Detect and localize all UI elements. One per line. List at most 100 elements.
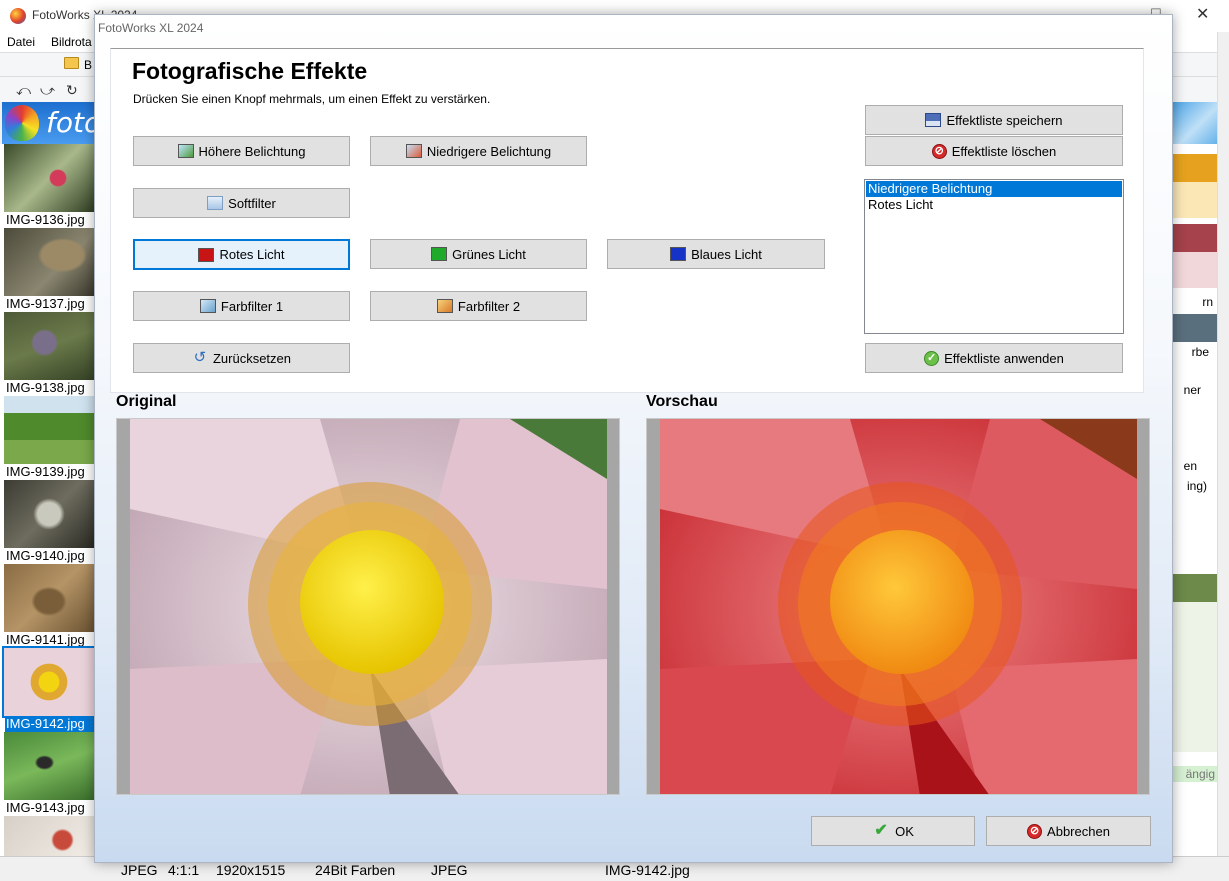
stop-icon: ⊘ (931, 143, 947, 159)
thumbnail-image (4, 732, 94, 800)
ok-button[interactable]: ✔ OK (811, 816, 975, 846)
lower-exposure-button[interactable]: Niedrigere Belichtung (370, 136, 587, 166)
balloon-logo-icon (5, 105, 39, 141)
colorfilter2-button[interactable]: Farbfilter 2 (370, 291, 587, 321)
effect-list-item[interactable]: Rotes Licht (866, 197, 1122, 213)
colorfilter1-icon (199, 299, 216, 313)
panel-row (1172, 270, 1217, 288)
thumbnail-label: IMG-9140.jpg (6, 548, 85, 563)
status-type: JPEG (431, 862, 468, 878)
ok-label: OK (895, 823, 914, 839)
effects-panel: Fotografische Effekte Drücken Sie einen … (110, 48, 1144, 393)
check-circle-icon: ✓ (924, 350, 940, 366)
panel-body-green (1172, 602, 1217, 752)
thumbnail-selected[interactable]: IMG-9142.jpg (2, 646, 96, 732)
thumbnail[interactable]: IMG-9137.jpg (4, 228, 94, 312)
thumbnail[interactable]: IMG-9141.jpg (4, 564, 94, 648)
cancel-button[interactable]: ⊘ Abbrechen (986, 816, 1151, 846)
close-icon[interactable]: ✕ (1196, 4, 1209, 24)
original-label: Original (116, 393, 177, 410)
panel-text: ner (1183, 383, 1201, 397)
folder-label[interactable]: B (84, 58, 92, 72)
panel-text: ing) (1186, 479, 1207, 493)
panel-header-slate (1172, 314, 1217, 342)
thumbnail-label: IMG-9141.jpg (6, 632, 85, 647)
panel-text: rn (1202, 295, 1213, 309)
panel-header-red (1172, 224, 1217, 252)
effects-hint: Drücken Sie einen Knopf mehrmals, um ein… (133, 92, 491, 106)
reset-label: Zurücksetzen (212, 350, 292, 366)
effects-heading: Fotografische Effekte (132, 58, 368, 84)
thumbnail-label: IMG-9143.jpg (6, 800, 85, 815)
blue-light-button[interactable]: Blaues Licht (607, 239, 825, 269)
menu-datei[interactable]: Datei (7, 35, 35, 49)
thumbnail-image (4, 144, 94, 212)
softfilter-button[interactable]: Softfilter (133, 188, 350, 218)
darker-icon (405, 144, 422, 158)
preview-photo (660, 419, 1137, 794)
menu-bildrotation[interactable]: Bildrota (51, 35, 92, 49)
thumbnail[interactable]: IMG-9143.jpg (4, 732, 94, 816)
thumbnail[interactable] (4, 816, 94, 856)
rotate-right-icon[interactable]: ⤻ (40, 82, 55, 99)
red-light-icon (198, 247, 215, 262)
apply-effect-list-button[interactable]: ✓ Effektliste anwenden (865, 343, 1123, 373)
rotate-left-icon[interactable]: ⤺ (16, 82, 31, 99)
thumbnail-image (4, 480, 94, 548)
thumbnail[interactable]: IMG-9139.jpg (4, 396, 94, 480)
panel-text: ängig (1172, 766, 1217, 782)
colorfilter2-icon (436, 299, 453, 313)
thumbnail-image (4, 396, 94, 464)
colorfilter1-button[interactable]: Farbfilter 1 (133, 291, 350, 321)
refresh-icon[interactable]: ↻ (66, 82, 78, 99)
delete-effect-list-label: Effektliste löschen (951, 143, 1057, 159)
green-light-icon (431, 247, 448, 261)
thumbnail[interactable]: IMG-9138.jpg (4, 312, 94, 396)
higher-exposure-button[interactable]: Höhere Belichtung (133, 136, 350, 166)
app-icon (10, 8, 26, 24)
panel-row (1172, 200, 1217, 218)
thumbnail-label: IMG-9138.jpg (6, 380, 85, 395)
red-light-label: Rotes Licht (219, 247, 285, 262)
checkmark-icon: ✔ (874, 822, 888, 839)
effect-list-item[interactable]: Niedrigere Belichtung (866, 181, 1122, 197)
thumbnail[interactable]: IMG-9140.jpg (4, 480, 94, 564)
thumbnail-image (2, 646, 96, 718)
thumbnail-label: IMG-9137.jpg (6, 296, 85, 311)
panel-text: en (1183, 459, 1197, 473)
status-format: JPEG (121, 862, 158, 878)
panel-header-orange (1172, 154, 1217, 182)
thumbnail[interactable]: IMG-9136.jpg (4, 144, 94, 228)
original-photo (130, 419, 607, 794)
original-image-frame (116, 418, 620, 795)
dialog-title: FotoWorks XL 2024 (98, 21, 204, 35)
panel-row (1172, 182, 1217, 200)
folder-icon[interactable] (64, 57, 79, 69)
apply-effect-list-label: Effektliste anwenden (944, 350, 1064, 366)
thumbnail-strip: IMG-9136.jpg IMG-9137.jpg IMG-9138.jpg I… (0, 144, 96, 856)
status-color-depth: 24Bit Farben (315, 862, 396, 878)
green-light-button[interactable]: Grünes Licht (370, 239, 587, 269)
effect-list[interactable]: Niedrigere Belichtung Rotes Licht (864, 179, 1124, 334)
thumbnail-image (4, 564, 94, 632)
thumbnail-image (4, 312, 94, 380)
panel-text: rbe (1191, 345, 1209, 359)
softfilter-label: Softfilter (228, 195, 276, 211)
thumbnail-image (4, 816, 94, 856)
delete-effect-list-button[interactable]: ⊘ Effektliste löschen (865, 136, 1123, 166)
thumbnail-label: IMG-9136.jpg (6, 212, 85, 227)
lower-exposure-label: Niedrigere Belichtung (426, 143, 552, 159)
colorfilter1-label: Farbfilter 1 (220, 298, 284, 314)
red-light-button[interactable]: Rotes Licht (133, 239, 350, 270)
status-filename: IMG-9142.jpg (605, 862, 690, 878)
logo-banner: foto (2, 102, 94, 144)
save-effect-list-button[interactable]: Effektliste speichern (865, 105, 1123, 135)
main-scrollbar[interactable] (1217, 32, 1229, 856)
higher-exposure-label: Höhere Belichtung (198, 143, 306, 159)
thumbnail-label: IMG-9139.jpg (6, 464, 85, 479)
panel-row (1172, 252, 1217, 270)
thumbnail-label: IMG-9142.jpg (5, 716, 95, 732)
reset-button[interactable]: ↺ Zurücksetzen (133, 343, 350, 373)
preview-image-frame (646, 418, 1150, 795)
cancel-label: Abbrechen (1047, 823, 1110, 839)
